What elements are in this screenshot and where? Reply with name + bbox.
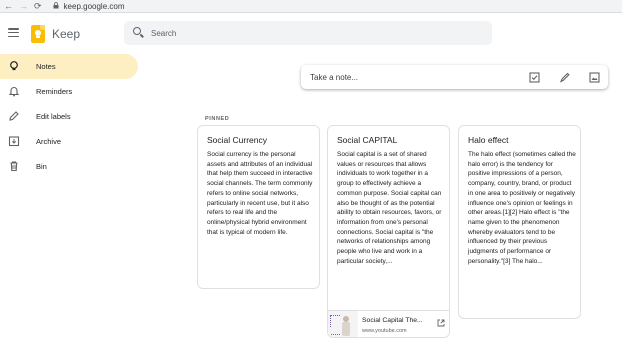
pinned-section-label: PINNED: [205, 116, 230, 122]
app-header: Keep: [0, 13, 622, 54]
sidebar-item-notes[interactable]: Notes: [0, 54, 138, 79]
browser-toolbar: ← → ⟳ keep.google.com: [0, 0, 622, 13]
link-preview[interactable]: Social Capital The... www.youtube.com: [328, 310, 449, 337]
sidebar-item-label: Edit labels: [36, 112, 71, 121]
take-note-tools: [528, 71, 600, 83]
search-input[interactable]: [151, 21, 481, 45]
take-note-bar[interactable]: Take a note...: [301, 65, 608, 89]
sidebar-item-label: Archive: [36, 137, 62, 146]
note-title: Social Currency: [207, 135, 267, 145]
note-title: Social CAPITAL: [337, 135, 398, 145]
open-link-icon[interactable]: [437, 314, 445, 327]
note-body: The halo effect (sometimes called the ha…: [468, 151, 576, 265]
reload-icon[interactable]: ⟳: [34, 1, 42, 12]
lightbulb-icon: [8, 60, 20, 72]
browser-nav: ← → ⟳: [0, 1, 42, 12]
back-icon[interactable]: ←: [4, 1, 13, 11]
sidebar-item-archive[interactable]: Archive: [0, 129, 140, 154]
checkbox-icon[interactable]: [528, 71, 540, 83]
search-icon[interactable]: [133, 27, 141, 35]
sidebar-item-edit-labels[interactable]: Edit labels: [0, 104, 140, 129]
sidebar: Notes Reminders Edit labels Archive Bin: [0, 54, 140, 179]
note-body: Social currency is the personal assets a…: [207, 151, 313, 236]
take-note-placeholder[interactable]: Take a note...: [310, 73, 358, 82]
lock-icon: [53, 1, 59, 11]
image-icon[interactable]: [588, 71, 600, 83]
forward-icon[interactable]: →: [19, 1, 28, 11]
sidebar-item-label: Bin: [36, 162, 47, 171]
note-card-social-currency[interactable]: Social Currency Social currency is the p…: [197, 125, 320, 289]
address-bar[interactable]: keep.google.com: [64, 2, 125, 11]
app-title[interactable]: Keep: [52, 27, 80, 41]
pencil-icon: [8, 110, 20, 122]
sidebar-item-label: Reminders: [36, 87, 73, 96]
sidebar-item-label: Notes: [36, 62, 56, 71]
sidebar-item-reminders[interactable]: Reminders: [0, 79, 140, 104]
note-title: Halo effect: [468, 135, 509, 145]
note-card-social-capital[interactable]: Social CAPITAL Social capital is a set o…: [327, 125, 450, 338]
sidebar-item-bin[interactable]: Bin: [0, 154, 140, 179]
video-thumbnail: [328, 311, 358, 337]
keep-logo-icon[interactable]: [31, 25, 45, 43]
brush-icon[interactable]: [558, 71, 570, 83]
note-card-halo-effect[interactable]: Halo effect The halo effect (sometimes c…: [458, 125, 581, 319]
note-body: Social capital is a set of shared values…: [337, 151, 442, 265]
link-title: Social Capital The...: [362, 317, 423, 324]
main-menu-icon[interactable]: [7, 26, 20, 39]
bell-icon: [8, 85, 20, 97]
search-bar[interactable]: [124, 21, 492, 45]
archive-icon: [8, 135, 20, 147]
link-domain: www.youtube.com: [362, 328, 407, 334]
trash-icon: [8, 160, 20, 172]
